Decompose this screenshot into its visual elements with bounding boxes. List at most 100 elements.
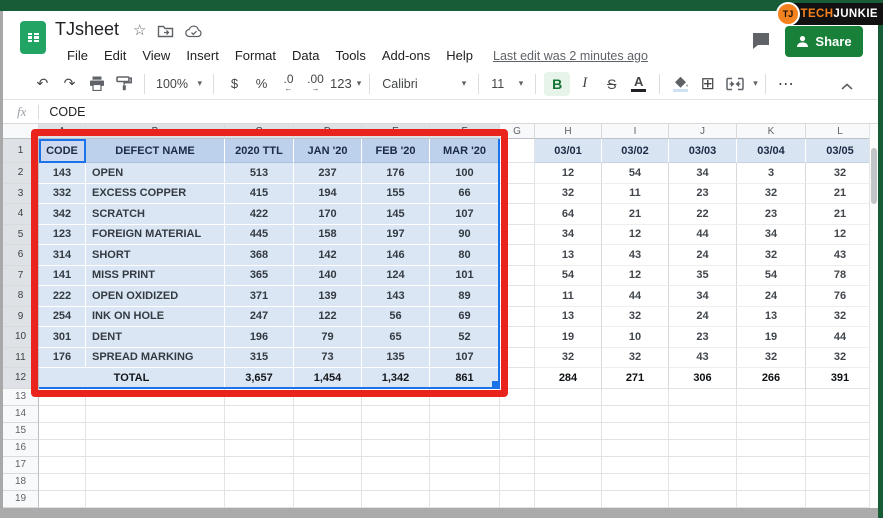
cell-F15[interactable] <box>430 423 500 440</box>
cell-F5[interactable]: 90 <box>430 225 500 246</box>
cell-H7[interactable]: 54 <box>535 266 602 287</box>
cell-C12[interactable]: 3,657 <box>225 368 294 389</box>
cell-L19[interactable] <box>806 491 875 508</box>
cell-L1[interactable]: 03/05 <box>806 139 875 163</box>
cell-B15[interactable] <box>86 423 225 440</box>
menu-file[interactable]: File <box>59 45 96 66</box>
comment-history-button[interactable] <box>748 29 774 53</box>
column-header-A[interactable]: A <box>39 124 86 139</box>
cell-F13[interactable] <box>430 389 500 406</box>
more-toolbar-button[interactable]: ⋯ <box>774 72 799 96</box>
cell-I8[interactable]: 44 <box>602 286 669 307</box>
cell-A14[interactable] <box>39 406 86 423</box>
column-header-B[interactable]: B <box>86 124 225 139</box>
format-currency-button[interactable]: $ <box>222 72 247 96</box>
document-title[interactable]: TJsheet <box>55 19 119 40</box>
cell-F6[interactable]: 80 <box>430 245 500 266</box>
spreadsheet-grid[interactable]: ABCDEFGHIJKL1234567891011121314151617181… <box>3 124 875 508</box>
cell-A19[interactable] <box>39 491 86 508</box>
cell-F17[interactable] <box>430 457 500 474</box>
cell-G1[interactable] <box>500 139 535 163</box>
star-icon[interactable]: ☆ <box>133 23 146 39</box>
cell-F18[interactable] <box>430 474 500 491</box>
cell-C9[interactable]: 247 <box>225 307 294 328</box>
cell-L14[interactable] <box>806 406 875 423</box>
cell-I14[interactable] <box>602 406 669 423</box>
row-header-8[interactable]: 8 <box>3 286 39 307</box>
cell-E18[interactable] <box>362 474 430 491</box>
menu-insert[interactable]: Insert <box>178 45 227 66</box>
cell-C10[interactable]: 196 <box>225 327 294 348</box>
cell-A13[interactable] <box>39 389 86 406</box>
cell-F12[interactable]: 861 <box>430 368 500 389</box>
cell-B6[interactable]: SHORT <box>86 245 225 266</box>
column-header-F[interactable]: F <box>430 124 500 139</box>
cell-G10[interactable] <box>500 327 535 348</box>
cell-H15[interactable] <box>535 423 602 440</box>
cell-D18[interactable] <box>294 474 362 491</box>
cell-I4[interactable]: 21 <box>602 204 669 225</box>
cell-K12[interactable]: 266 <box>737 368 806 389</box>
cell-L9[interactable]: 32 <box>806 307 875 328</box>
cell-A18[interactable] <box>39 474 86 491</box>
more-formats-button[interactable]: 123▾ <box>330 72 361 96</box>
cell-D10[interactable]: 79 <box>294 327 362 348</box>
row-header-5[interactable]: 5 <box>3 225 39 246</box>
cell-D2[interactable]: 237 <box>294 163 362 184</box>
cell-F10[interactable]: 52 <box>430 327 500 348</box>
row-header-4[interactable]: 4 <box>3 204 39 225</box>
font-size-select[interactable]: 11▾ <box>487 72 527 96</box>
cell-I5[interactable]: 12 <box>602 225 669 246</box>
cell-C4[interactable]: 422 <box>225 204 294 225</box>
cell-J6[interactable]: 24 <box>669 245 737 266</box>
move-folder-icon[interactable] <box>157 24 174 38</box>
cell-C13[interactable] <box>225 389 294 406</box>
cell-C7[interactable]: 365 <box>225 266 294 287</box>
cell-G15[interactable] <box>500 423 535 440</box>
cell-E1[interactable]: FEB '20 <box>362 139 430 163</box>
cell-J17[interactable] <box>669 457 737 474</box>
cell-C19[interactable] <box>225 491 294 508</box>
cell-B11[interactable]: SPREAD MARKING <box>86 348 225 369</box>
cell-H5[interactable]: 34 <box>535 225 602 246</box>
row-header-7[interactable]: 7 <box>3 266 39 287</box>
cell-H2[interactable]: 12 <box>535 163 602 184</box>
cell-H6[interactable]: 13 <box>535 245 602 266</box>
cell-I6[interactable]: 43 <box>602 245 669 266</box>
cell-L2[interactable]: 32 <box>806 163 875 184</box>
increase-decimal-button[interactable]: .00→ <box>303 72 328 96</box>
cell-E6[interactable]: 146 <box>362 245 430 266</box>
row-header-2[interactable]: 2 <box>3 163 39 184</box>
cell-F8[interactable]: 89 <box>430 286 500 307</box>
cell-A16[interactable] <box>39 440 86 457</box>
cell-L7[interactable]: 78 <box>806 266 875 287</box>
cell-J3[interactable]: 23 <box>669 184 737 205</box>
cell-G9[interactable] <box>500 307 535 328</box>
cell-K6[interactable]: 32 <box>737 245 806 266</box>
cell-B3[interactable]: EXCESS COPPER <box>86 184 225 205</box>
cell-G19[interactable] <box>500 491 535 508</box>
text-color-button[interactable]: A <box>626 72 651 96</box>
cell-H16[interactable] <box>535 440 602 457</box>
cell-G16[interactable] <box>500 440 535 457</box>
cell-H1[interactable]: 03/01 <box>535 139 602 163</box>
cell-I1[interactable]: 03/02 <box>602 139 669 163</box>
cell-A11[interactable]: 176 <box>39 348 86 369</box>
cell-F16[interactable] <box>430 440 500 457</box>
chevron-down-icon[interactable]: ▾ <box>753 78 758 89</box>
cell-I7[interactable]: 12 <box>602 266 669 287</box>
cell-A9[interactable]: 254 <box>39 307 86 328</box>
cell-J16[interactable] <box>669 440 737 457</box>
cell-D5[interactable]: 158 <box>294 225 362 246</box>
cell-A17[interactable] <box>39 457 86 474</box>
redo-button[interactable]: ↷ <box>57 72 82 96</box>
row-header-3[interactable]: 3 <box>3 184 39 205</box>
cell-E9[interactable]: 56 <box>362 307 430 328</box>
select-all-corner[interactable] <box>3 124 39 139</box>
cell-B4[interactable]: SCRATCH <box>86 204 225 225</box>
cell-G11[interactable] <box>500 348 535 369</box>
cell-F11[interactable]: 107 <box>430 348 500 369</box>
cell-A4[interactable]: 342 <box>39 204 86 225</box>
column-header-E[interactable]: E <box>362 124 430 139</box>
cell-A10[interactable]: 301 <box>39 327 86 348</box>
